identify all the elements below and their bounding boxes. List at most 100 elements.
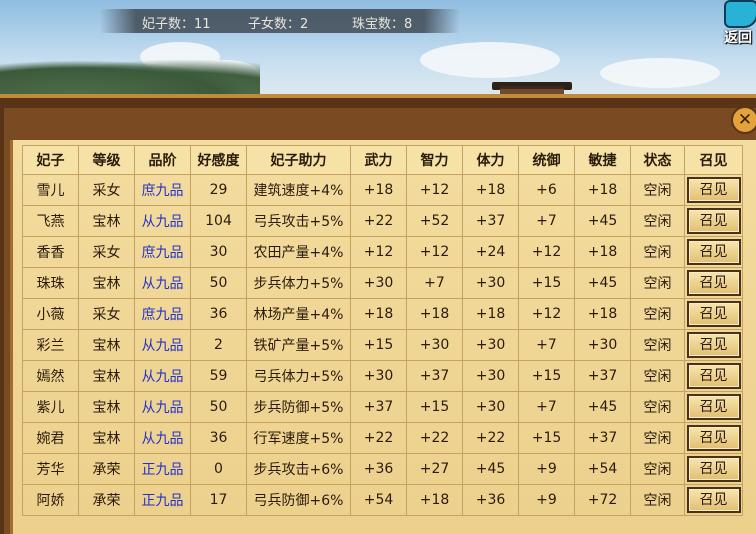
- cell-agility: +18: [574, 236, 631, 268]
- summon-button[interactable]: 召见: [686, 208, 741, 234]
- cell-action: 召见: [684, 298, 743, 330]
- cell-grade: 庶九品: [134, 298, 191, 330]
- cell-name: 彩兰: [22, 329, 79, 361]
- table-row: 婉君 宝林 从九品 36 行军速度+5% +22 +22 +22 +15 +37 空闲 召见: [22, 422, 743, 454]
- cell-name: 阿娇: [22, 484, 79, 516]
- jewel-count-value: 8: [404, 17, 413, 32]
- cell-force: +54: [350, 484, 407, 516]
- cell-action: 召见: [684, 236, 743, 268]
- table-row: 雪儿 采女 庶九品 29 建筑速度+4% +18 +12 +18 +6 +18 空闲 召见: [22, 174, 743, 206]
- cell-action: 召见: [684, 360, 743, 392]
- cell-bonus: 行军速度+5%: [246, 422, 351, 454]
- cell-force: +22: [350, 422, 407, 454]
- cell-action: 召见: [684, 453, 743, 485]
- consort-table: 妃子 等级 品阶 好感度 妃子助力 武力 智力 体力 统御 敏捷 状态 召见 雪儿 采女 庶九品 29 建筑速…: [22, 145, 743, 516]
- cell-force: +18: [350, 298, 407, 330]
- cell-status: 空闲: [630, 174, 685, 206]
- cell-status: 空闲: [630, 329, 685, 361]
- close-icon: ✕: [737, 110, 753, 130]
- cell-agility: +45: [574, 205, 631, 237]
- summon-button[interactable]: 召见: [686, 363, 741, 389]
- cell-grade: 从九品: [134, 205, 191, 237]
- cell-rank: 采女: [78, 174, 135, 206]
- cell-command: +15: [518, 267, 575, 299]
- header-status: 状态: [630, 145, 685, 175]
- cell-stamina: +30: [462, 391, 519, 423]
- cell-command: +9: [518, 453, 575, 485]
- cell-command: +7: [518, 329, 575, 361]
- table-row: 彩兰 宝林 从九品 2 铁矿产量+5% +15 +30 +30 +7 +30 空闲 召见: [22, 329, 743, 361]
- cell-affection: 36: [190, 422, 247, 454]
- close-button[interactable]: ✕: [731, 106, 756, 134]
- cell-agility: +45: [574, 267, 631, 299]
- cell-status: 空闲: [630, 236, 685, 268]
- cell-status: 空闲: [630, 453, 685, 485]
- cell-rank: 采女: [78, 236, 135, 268]
- summon-button[interactable]: 召见: [686, 301, 741, 327]
- table-row: 飞燕 宝林 从九品 104 弓兵攻击+5% +22 +52 +37 +7 +45 空闲 召见: [22, 205, 743, 237]
- cell-stamina: +30: [462, 360, 519, 392]
- table-body: 雪儿 采女 庶九品 29 建筑速度+4% +18 +12 +18 +6 +18 空闲 召见 飞燕 宝林 从九…: [22, 174, 743, 516]
- cell-name: 嫣然: [22, 360, 79, 392]
- cell-bonus: 步兵体力+5%: [246, 267, 351, 299]
- cell-name: 紫儿: [22, 391, 79, 423]
- cell-force: +22: [350, 205, 407, 237]
- cell-status: 空闲: [630, 484, 685, 516]
- cell-intellect: +7: [406, 267, 463, 299]
- table-row: 芳华 承荣 正九品 0 步兵攻击+6% +36 +27 +45 +9 +54 空闲 召见: [22, 453, 743, 485]
- header-name: 妃子: [22, 145, 79, 175]
- cell-intellect: +37: [406, 360, 463, 392]
- summon-button[interactable]: 召见: [686, 394, 741, 420]
- cell-command: +12: [518, 236, 575, 268]
- cell-force: +36: [350, 453, 407, 485]
- cell-action: 召见: [684, 174, 743, 206]
- cell-stamina: +36: [462, 484, 519, 516]
- cell-affection: 59: [190, 360, 247, 392]
- cell-stamina: +22: [462, 422, 519, 454]
- header-force: 武力: [350, 145, 407, 175]
- cell-name: 小薇: [22, 298, 79, 330]
- cell-affection: 50: [190, 267, 247, 299]
- summon-button[interactable]: 召见: [686, 177, 741, 203]
- cell-bonus: 步兵攻击+6%: [246, 453, 351, 485]
- cell-grade: 从九品: [134, 360, 191, 392]
- return-button[interactable]: 返回: [716, 0, 756, 46]
- cell-name: 雪儿: [22, 174, 79, 206]
- resource-stats-bar: 妃子数：11 子女数：2 珠宝数：8: [100, 9, 460, 33]
- summon-button[interactable]: 召见: [686, 270, 741, 296]
- cell-status: 空闲: [630, 267, 685, 299]
- consort-count-label: 妃子数：: [142, 17, 195, 32]
- cell-stamina: +45: [462, 453, 519, 485]
- consort-count: 妃子数：11: [142, 13, 211, 32]
- summon-button[interactable]: 召见: [686, 239, 741, 265]
- summon-button[interactable]: 召见: [686, 425, 741, 451]
- cell-agility: +18: [574, 174, 631, 206]
- cell-intellect: +22: [406, 422, 463, 454]
- children-count: 子女数：2: [248, 13, 308, 32]
- cell-status: 空闲: [630, 205, 685, 237]
- jewel-count: 珠宝数：8: [352, 13, 412, 32]
- cell-force: +30: [350, 360, 407, 392]
- cell-bonus: 弓兵攻击+5%: [246, 205, 351, 237]
- table-row: 珠珠 宝林 从九品 50 步兵体力+5% +30 +7 +30 +15 +45 空闲 召见: [22, 267, 743, 299]
- cell-agility: +30: [574, 329, 631, 361]
- summon-button[interactable]: 召见: [686, 456, 741, 482]
- cell-status: 空闲: [630, 422, 685, 454]
- table-row: 香香 采女 庶九品 30 农田产量+4% +12 +12 +24 +12 +18 空闲 召见: [22, 236, 743, 268]
- cell-grade: 从九品: [134, 329, 191, 361]
- cell-affection: 36: [190, 298, 247, 330]
- cell-rank: 采女: [78, 298, 135, 330]
- cell-bonus: 建筑速度+4%: [246, 174, 351, 206]
- cell-agility: +54: [574, 453, 631, 485]
- cell-stamina: +37: [462, 205, 519, 237]
- header-summon: 召见: [684, 145, 743, 175]
- summon-button[interactable]: 召见: [686, 487, 741, 513]
- cell-intellect: +27: [406, 453, 463, 485]
- cell-force: +37: [350, 391, 407, 423]
- cell-force: +30: [350, 267, 407, 299]
- cell-force: +12: [350, 236, 407, 268]
- summon-button[interactable]: 召见: [686, 332, 741, 358]
- cell-name: 芳华: [22, 453, 79, 485]
- cell-grade: 庶九品: [134, 236, 191, 268]
- cell-intellect: +18: [406, 298, 463, 330]
